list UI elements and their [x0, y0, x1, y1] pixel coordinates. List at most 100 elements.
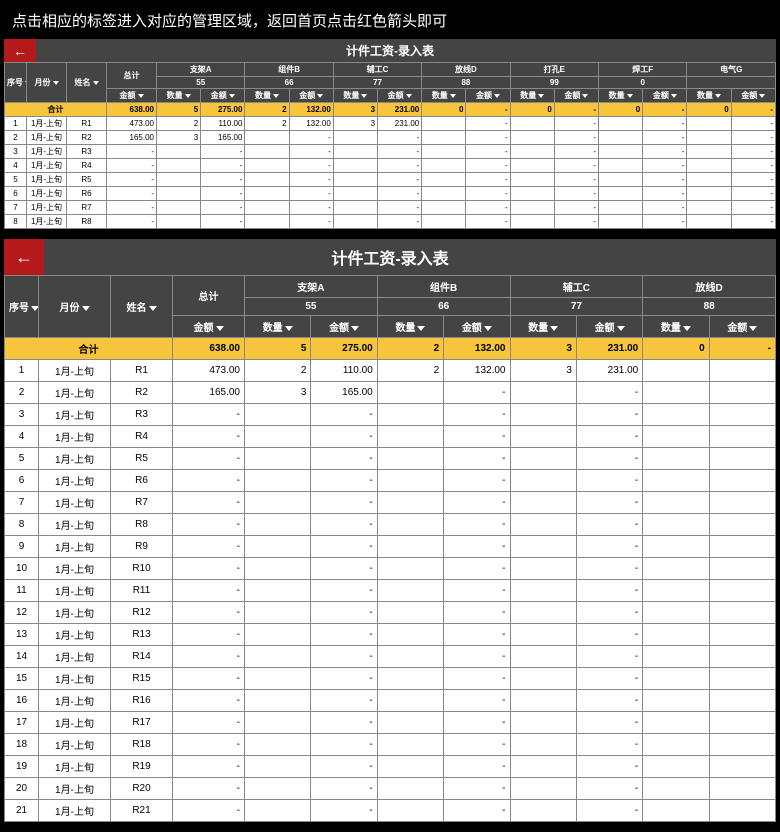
cell-total[interactable]: -	[173, 448, 245, 470]
cell-qty[interactable]	[377, 690, 443, 712]
cell-amount[interactable]: -	[311, 580, 377, 602]
col-name[interactable]: 姓名	[111, 276, 173, 338]
cell-qty[interactable]: 2	[245, 360, 311, 382]
cell-total[interactable]: 473.00	[173, 360, 245, 382]
cell-qty[interactable]	[245, 646, 311, 668]
filter-dropdown-icon[interactable]	[538, 94, 544, 98]
cell-qty[interactable]	[643, 756, 709, 778]
cell-amount[interactable]: -	[311, 690, 377, 712]
cell-qty[interactable]	[333, 145, 377, 159]
cell-amount[interactable]: -	[444, 558, 510, 580]
cell-qty[interactable]	[377, 404, 443, 426]
cell-total[interactable]: -	[173, 800, 245, 822]
cell-amount[interactable]: -	[311, 426, 377, 448]
cell-amount[interactable]: -	[576, 756, 642, 778]
filter-dropdown-icon[interactable]	[216, 326, 224, 331]
filter-dropdown-icon[interactable]	[617, 326, 625, 331]
col-amount[interactable]: 金额	[466, 89, 510, 103]
cell-amount[interactable]: -	[444, 668, 510, 690]
cell-amount[interactable]: -	[444, 536, 510, 558]
filter-dropdown-icon[interactable]	[361, 94, 367, 98]
table-row[interactable]: 31月-上旬R3----	[5, 404, 776, 426]
table-row[interactable]: 51月-上旬R5----	[5, 448, 776, 470]
cell-amount[interactable]: -	[289, 145, 333, 159]
cell-qty[interactable]	[245, 131, 289, 145]
cell-amount[interactable]: -	[444, 602, 510, 624]
cell-qty[interactable]	[643, 624, 709, 646]
table-row[interactable]: 201月-上旬R20----	[5, 778, 776, 800]
cell-qty[interactable]	[377, 470, 443, 492]
cell-qty[interactable]	[377, 426, 443, 448]
cell-qty[interactable]	[510, 734, 576, 756]
filter-dropdown-icon[interactable]	[285, 326, 293, 331]
cell-qty[interactable]	[510, 131, 554, 145]
cell-qty[interactable]	[377, 668, 443, 690]
cell-qty[interactable]	[377, 492, 443, 514]
table-row[interactable]: 41月-上旬R4--------	[5, 159, 776, 173]
filter-dropdown-icon[interactable]	[93, 81, 99, 85]
cell-amount[interactable]	[709, 470, 775, 492]
col-qty[interactable]: 数量	[643, 316, 709, 338]
col-amount[interactable]: 金额	[201, 89, 245, 103]
cell-amount[interactable]	[709, 602, 775, 624]
cell-amount[interactable]: -	[444, 800, 510, 822]
back-button[interactable]: ←	[4, 39, 36, 62]
cell-total[interactable]: -	[173, 668, 245, 690]
filter-dropdown-icon[interactable]	[317, 94, 323, 98]
cell-amount[interactable]: -	[466, 159, 510, 173]
cell-amount[interactable]: -	[289, 201, 333, 215]
cell-amount[interactable]: -	[576, 580, 642, 602]
cell-amount[interactable]: -	[576, 492, 642, 514]
cell-qty[interactable]	[643, 668, 709, 690]
cell-qty[interactable]	[377, 602, 443, 624]
cell-total[interactable]: -	[173, 712, 245, 734]
filter-dropdown-icon[interactable]	[715, 94, 721, 98]
cell-qty[interactable]	[643, 800, 709, 822]
cell-amount[interactable]: -	[576, 558, 642, 580]
cell-amount[interactable]: -	[554, 145, 598, 159]
cell-qty[interactable]	[333, 187, 377, 201]
cell-amount[interactable]	[709, 536, 775, 558]
cell-amount[interactable]: 165.00	[311, 382, 377, 404]
col-amount[interactable]: 金额	[107, 89, 157, 103]
cell-amount[interactable]: -	[311, 536, 377, 558]
table-row[interactable]: 11月-上旬R1473.002110.002132.003231.00	[5, 360, 776, 382]
cell-qty[interactable]: 2	[157, 117, 201, 131]
cell-amount[interactable]: -	[731, 187, 775, 201]
cell-amount[interactable]: -	[643, 117, 687, 131]
cell-qty[interactable]	[510, 712, 576, 734]
cell-qty[interactable]	[510, 580, 576, 602]
cell-qty[interactable]	[377, 580, 443, 602]
cell-amount[interactable]: -	[378, 145, 422, 159]
cell-amount[interactable]	[709, 800, 775, 822]
cell-total[interactable]: -	[107, 187, 157, 201]
cell-qty[interactable]	[510, 514, 576, 536]
filter-dropdown-icon[interactable]	[185, 94, 191, 98]
col-amount[interactable]: 金额	[289, 89, 333, 103]
col-qty[interactable]: 数量	[157, 89, 201, 103]
cell-amount[interactable]	[709, 360, 775, 382]
cell-amount[interactable]	[709, 756, 775, 778]
cell-qty[interactable]	[510, 215, 554, 229]
cell-qty[interactable]	[510, 426, 576, 448]
cell-qty[interactable]	[422, 215, 466, 229]
table-row[interactable]: 101月-上旬R10----	[5, 558, 776, 580]
cell-qty[interactable]	[245, 201, 289, 215]
cell-amount[interactable]	[709, 580, 775, 602]
cell-qty[interactable]	[377, 536, 443, 558]
cell-qty[interactable]	[245, 558, 311, 580]
cell-qty[interactable]	[157, 173, 201, 187]
cell-amount[interactable]: -	[554, 215, 598, 229]
cell-amount[interactable]: -	[444, 404, 510, 426]
cell-amount[interactable]: -	[311, 624, 377, 646]
cell-qty[interactable]	[377, 712, 443, 734]
filter-dropdown-icon[interactable]	[450, 94, 456, 98]
cell-amount[interactable]: -	[576, 778, 642, 800]
col-amount[interactable]: 金额	[554, 89, 598, 103]
col-qty[interactable]: 数量	[510, 89, 554, 103]
cell-qty[interactable]	[510, 690, 576, 712]
cell-amount[interactable]	[709, 668, 775, 690]
cell-amount[interactable]	[709, 690, 775, 712]
cell-qty[interactable]	[245, 800, 311, 822]
cell-total[interactable]: -	[173, 756, 245, 778]
